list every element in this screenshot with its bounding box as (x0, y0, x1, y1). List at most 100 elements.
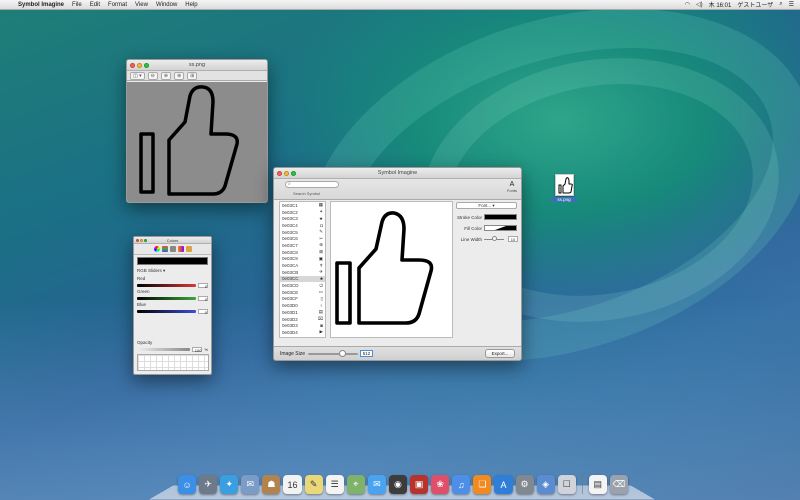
line-width-knob[interactable] (492, 236, 497, 241)
symbol-list-item[interactable]: 0e03CF ▯ (280, 296, 325, 303)
share-button[interactable]: ⊞ (187, 72, 197, 80)
color-wheel-icon[interactable] (154, 246, 160, 252)
symbol-list-item[interactable]: 0e03D1 ▤ (280, 309, 325, 316)
symbol-list-item[interactable]: 0e03CD ⏻ (280, 282, 325, 289)
menu-format[interactable]: Format (108, 2, 127, 8)
symbol-list-item[interactable]: 0e03C1 ▦ (280, 202, 325, 209)
trash-icon[interactable]: ⌫ (610, 475, 628, 494)
wifi-icon[interactable]: ◠ (685, 1, 690, 8)
symbol-list-item[interactable]: 0e03D0 ♀ (280, 302, 325, 309)
symbol-code: 0e03C2 (282, 210, 298, 215)
ibooks-icon[interactable]: ❏ (473, 475, 491, 494)
app-store-icon[interactable]: A (494, 475, 512, 494)
photo-booth-icon[interactable]: ▣ (410, 475, 428, 494)
symbol-list-item[interactable]: 0e03C2 ✶ (280, 209, 325, 216)
symbol-list-item[interactable]: 0e03D5 ◐ (280, 336, 325, 338)
user-menu[interactable]: ゲストユーザ (737, 0, 773, 9)
symbol-list-item[interactable]: 0e03C9 ▣ (280, 256, 325, 263)
facetime-icon[interactable]: ◉ (389, 475, 407, 494)
symbol-list-item[interactable]: 0e03D2 ⌧ (280, 316, 325, 323)
red-slider[interactable]: 0 (137, 283, 208, 287)
calendar-icon[interactable]: 16 (283, 475, 301, 494)
symbol-list-item[interactable]: 0e03D4 ▶ (280, 329, 325, 336)
maps-icon[interactable]: ⌖ (347, 475, 365, 494)
red-value[interactable]: 0 (198, 283, 208, 288)
photos-icon[interactable]: ❀ (431, 475, 449, 494)
main-titlebar[interactable]: Symbol Imagine (274, 168, 521, 179)
blue-slider[interactable]: 0 (137, 309, 208, 313)
mail-icon[interactable]: ✉ (241, 475, 259, 494)
contacts-icon[interactable]: ☗ (262, 475, 280, 494)
zoom-fit-button[interactable]: ⊕ (174, 72, 184, 80)
green-track[interactable] (137, 297, 196, 300)
symbol-list-item[interactable]: 0e03C8 ⊠ (280, 249, 325, 256)
sliders-icon[interactable] (162, 246, 168, 252)
green-value[interactable]: 0 (198, 296, 208, 301)
symbol-glyph-icon: ▶ (320, 329, 323, 335)
spectrum-icon[interactable] (178, 246, 184, 252)
messages-icon[interactable]: ✉ (368, 475, 386, 494)
fill-color-well[interactable] (484, 225, 517, 231)
itunes-icon[interactable]: ♫ (452, 475, 470, 494)
document-icon[interactable]: ▤ (589, 475, 607, 494)
search-field[interactable]: ⌕ (285, 181, 339, 188)
opacity-slider[interactable]: 100 % (137, 347, 208, 351)
notes-icon[interactable]: ✎ (305, 475, 323, 494)
symbol-imagine-icon[interactable]: ☐ (558, 475, 576, 494)
symbol-list-item[interactable]: 0e03C7 ⊛ (280, 242, 325, 249)
current-color-swatch[interactable] (137, 257, 208, 265)
image-size-field[interactable]: 512 (360, 350, 373, 357)
stroke-color-well[interactable] (484, 214, 517, 220)
crayons-icon[interactable] (186, 246, 192, 252)
opacity-value[interactable]: 100 (192, 347, 202, 352)
blue-value[interactable]: 0 (198, 309, 208, 314)
zoom-in-button[interactable]: ⊕ (161, 72, 171, 80)
menu-edit[interactable]: Edit (90, 2, 100, 8)
red-track[interactable] (137, 284, 196, 287)
spotlight-icon[interactable]: ⌕ (779, 1, 782, 8)
line-width-value[interactable]: 10 (508, 236, 518, 242)
green-slider[interactable]: 0 (137, 296, 208, 300)
color-mode-select[interactable]: RGB Sliders ▾ (134, 267, 211, 275)
safari-icon[interactable]: ✦ (220, 475, 238, 494)
menu-file[interactable]: File (72, 2, 82, 8)
launchpad-icon[interactable]: ✈ (199, 475, 217, 494)
symbol-list-item[interactable]: 0e03C4 ◘ (280, 222, 325, 229)
app-menu[interactable]: Symbol Imagine (18, 2, 64, 8)
font-popup[interactable]: Font... ▾ (456, 202, 517, 209)
clock[interactable]: 木 16:01 (709, 0, 732, 9)
reminders-icon[interactable]: ☰ (326, 475, 344, 494)
symbol-list-item[interactable]: 0e03CC ♣ (280, 276, 325, 283)
color-swatches-grid[interactable] (137, 354, 209, 371)
sound-icon[interactable]: ◁) (696, 1, 703, 8)
export-button[interactable]: Export... (485, 349, 515, 358)
symbol-code: 0e03C7 (282, 243, 298, 248)
palettes-icon[interactable] (170, 246, 176, 252)
menu-view[interactable]: View (135, 2, 148, 8)
desktop-file-icon[interactable]: ss.png (551, 174, 577, 202)
symbol-list-item[interactable]: 0e03D3 ◙ (280, 322, 325, 329)
zoom-out-button[interactable]: ⊖ (148, 72, 158, 80)
opacity-track[interactable] (137, 348, 190, 351)
notification-center-icon[interactable]: ☰ (789, 1, 794, 8)
symbol-list-item[interactable]: 0e03CB ✈ (280, 269, 325, 276)
symbol-list-item[interactable]: 0e03CA ✝ (280, 262, 325, 269)
main-toolbar: ⌕ Search Symbol A Fonts (274, 179, 521, 200)
finder-icon[interactable]: ☺ (178, 475, 196, 494)
blue-track[interactable] (137, 310, 196, 313)
symbol-list-item[interactable]: 0e03C6 ✂ (280, 235, 325, 242)
preview-icon[interactable]: ◈ (537, 475, 555, 494)
menu-window[interactable]: Window (156, 2, 177, 8)
preferences-icon[interactable]: ⚙ (516, 475, 534, 494)
view-menu-button[interactable]: ◫ ▾ (130, 72, 145, 80)
colors-titlebar[interactable]: Colors (134, 237, 211, 244)
image-size-knob[interactable] (339, 350, 346, 357)
fonts-button[interactable]: A Fonts (507, 181, 517, 193)
symbol-list-item[interactable]: 0e03CE ▭ (280, 289, 325, 296)
symbol-list[interactable]: 0e03C1 ▦ 0e03C2 ✶ 0e03C3 ★ 0e03C4 ◘ 0e03C5 ✎ 0e03C… (279, 201, 326, 338)
symbol-list-item[interactable]: 0e03C3 ★ (280, 215, 325, 222)
preview-titlebar[interactable]: ss.png (127, 60, 267, 71)
menu-help[interactable]: Help (185, 2, 197, 8)
image-size-slider[interactable] (308, 353, 358, 355)
symbol-list-item[interactable]: 0e03C5 ✎ (280, 229, 325, 236)
